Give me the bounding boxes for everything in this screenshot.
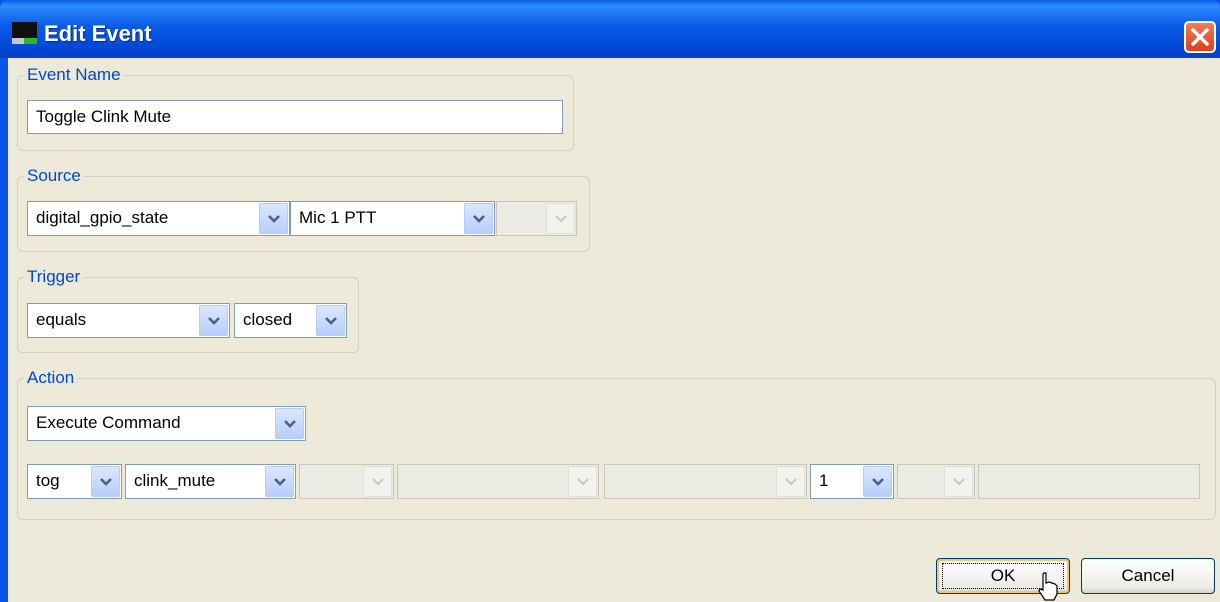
source-legend: Source bbox=[27, 166, 81, 185]
trigger-state-value: closed bbox=[243, 310, 293, 329]
chevron-down-icon bbox=[208, 317, 220, 325]
source-type-select[interactable]: digital_gpio_state bbox=[27, 201, 290, 236]
event-name-legend: Event Name bbox=[27, 65, 121, 84]
trigger-operator-value: equals bbox=[36, 310, 87, 329]
dialog-body: Event Name Toggle Clink Mute Source digi… bbox=[8, 58, 1220, 602]
action-param-5-select[interactable] bbox=[604, 464, 807, 499]
trigger-legend: Trigger bbox=[27, 267, 81, 286]
chevron-down-icon bbox=[555, 215, 567, 223]
edit-event-window: Edit Event Event Name Toggle Clink Mute … bbox=[0, 0, 1220, 602]
action-param-1-value: tog bbox=[36, 471, 60, 490]
event-name-value: Toggle Clink Mute bbox=[36, 107, 172, 126]
action-param-6-select[interactable]: 1 bbox=[810, 464, 894, 499]
action-param-7-select[interactable] bbox=[897, 464, 975, 499]
action-type-dropdown-button[interactable] bbox=[275, 408, 304, 439]
action-param-5-dropdown-button[interactable] bbox=[776, 466, 805, 497]
title-bar[interactable]: Edit Event bbox=[0, 0, 1220, 58]
mouse-cursor-icon bbox=[1038, 572, 1058, 601]
action-param-3-select[interactable] bbox=[299, 464, 394, 499]
action-param-4-select[interactable] bbox=[397, 464, 599, 499]
source-input-select[interactable]: Mic 1 PTT bbox=[290, 201, 495, 236]
chevron-down-icon bbox=[577, 478, 589, 486]
chevron-down-icon bbox=[274, 478, 286, 486]
chevron-down-icon bbox=[872, 478, 884, 486]
chevron-down-icon bbox=[473, 215, 485, 223]
close-button[interactable] bbox=[1184, 21, 1216, 53]
action-type-value: Execute Command bbox=[36, 413, 181, 432]
action-param-6-dropdown-button[interactable] bbox=[863, 466, 892, 497]
chevron-down-icon bbox=[372, 478, 384, 486]
source-input-dropdown-button[interactable] bbox=[464, 203, 493, 234]
chevron-down-icon bbox=[953, 478, 965, 486]
event-name-input[interactable]: Toggle Clink Mute bbox=[27, 100, 563, 134]
action-type-select[interactable]: Execute Command bbox=[27, 406, 306, 441]
action-param-6-value: 1 bbox=[819, 471, 829, 490]
action-param-4-dropdown-button[interactable] bbox=[568, 466, 597, 497]
action-param-1-select[interactable]: tog bbox=[27, 464, 122, 499]
chevron-down-icon bbox=[268, 215, 280, 223]
source-type-dropdown-button[interactable] bbox=[259, 203, 288, 234]
cancel-button-label: Cancel bbox=[1121, 566, 1175, 585]
action-param-3-dropdown-button[interactable] bbox=[363, 466, 392, 497]
action-param-1-dropdown-button[interactable] bbox=[91, 466, 120, 497]
chevron-down-icon bbox=[785, 478, 797, 486]
source-type-value: digital_gpio_state bbox=[36, 208, 169, 227]
action-legend: Action bbox=[27, 368, 75, 387]
chevron-down-icon bbox=[325, 317, 337, 325]
source-extra-select[interactable] bbox=[496, 201, 577, 236]
chevron-down-icon bbox=[100, 478, 112, 486]
action-param-text-input[interactable] bbox=[978, 464, 1200, 499]
action-param-2-select[interactable]: clink_mute bbox=[125, 464, 296, 499]
window-title: Edit Event bbox=[44, 21, 152, 46]
action-param-2-value: clink_mute bbox=[134, 471, 216, 490]
action-param-2-dropdown-button[interactable] bbox=[265, 466, 294, 497]
chevron-down-icon bbox=[284, 420, 296, 428]
app-icon bbox=[12, 22, 37, 46]
trigger-operator-dropdown-button[interactable] bbox=[199, 305, 228, 336]
close-icon bbox=[1191, 28, 1209, 46]
trigger-operator-select[interactable]: equals bbox=[27, 303, 230, 338]
source-input-value: Mic 1 PTT bbox=[299, 208, 377, 227]
source-extra-dropdown-button[interactable] bbox=[546, 203, 575, 234]
trigger-state-dropdown-button[interactable] bbox=[316, 305, 345, 336]
action-param-7-dropdown-button[interactable] bbox=[944, 466, 973, 497]
cancel-button[interactable]: Cancel bbox=[1081, 558, 1215, 594]
trigger-state-select[interactable]: closed bbox=[234, 303, 347, 338]
